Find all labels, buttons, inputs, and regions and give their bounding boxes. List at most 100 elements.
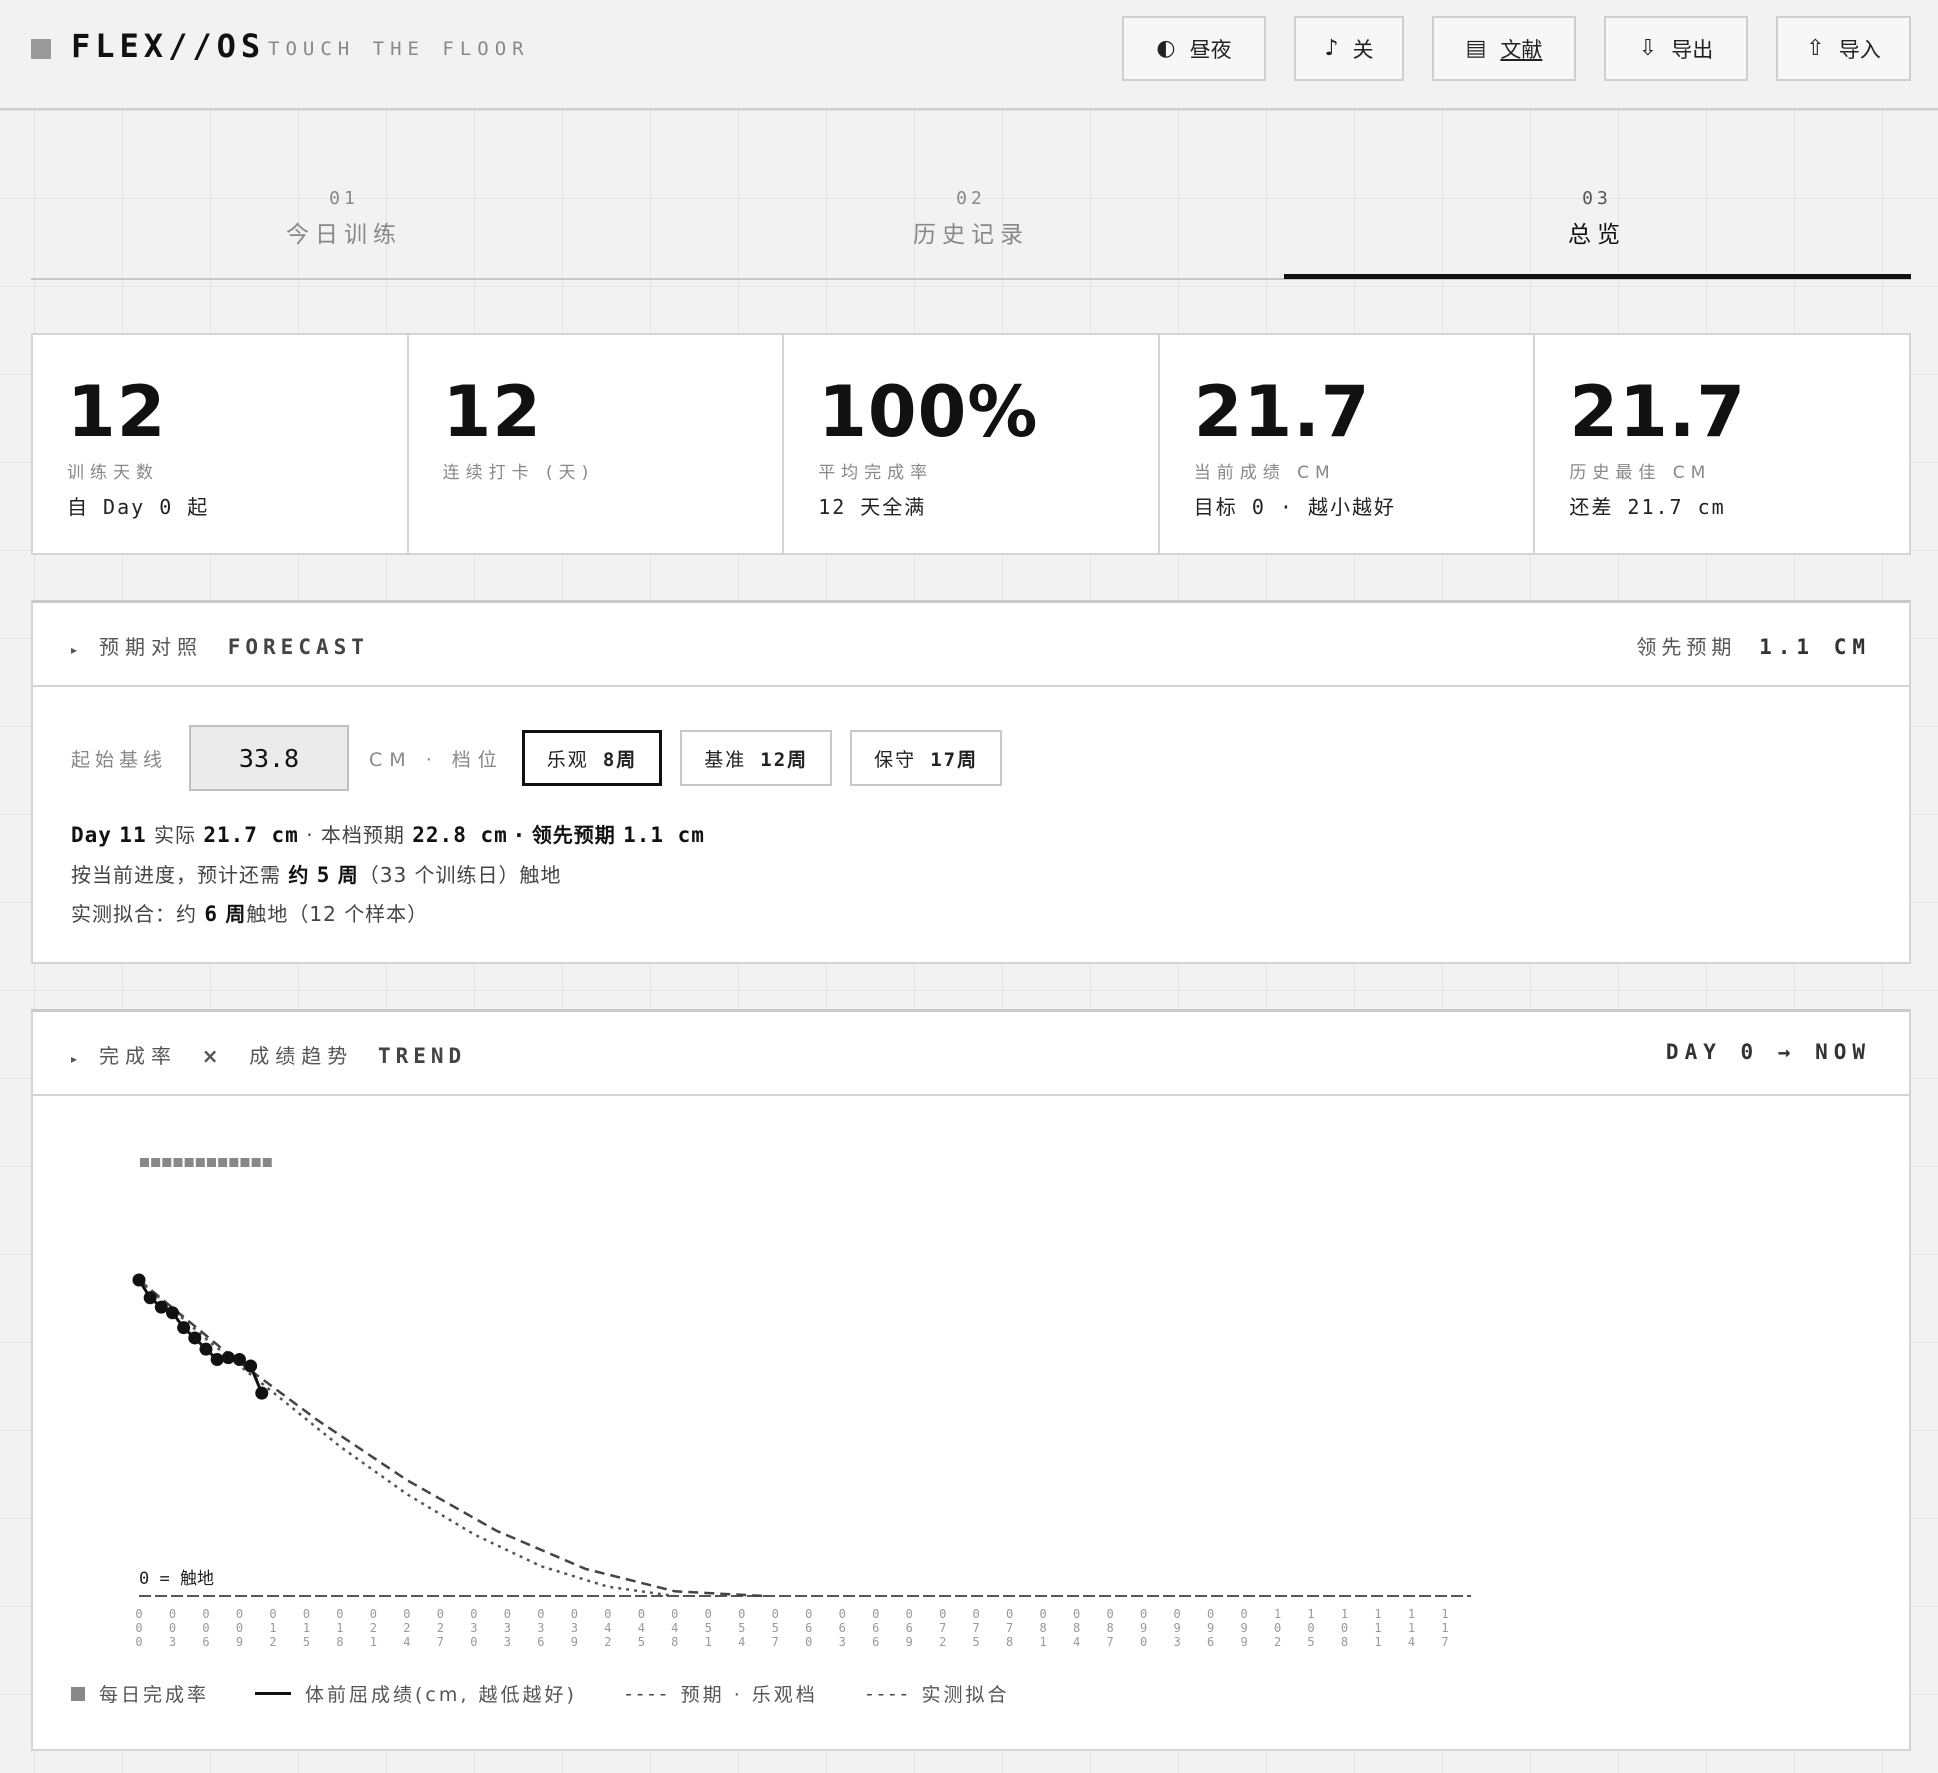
score-point <box>132 1273 146 1287</box>
triangle-right-icon: ▸ <box>71 1052 84 1066</box>
references-button[interactable]: ▤ 文献 <box>1432 16 1576 81</box>
x-tick-label: 030 <box>470 1607 477 1649</box>
completion-rate-mark <box>240 1158 250 1167</box>
x-tick-label: 006 <box>202 1607 209 1649</box>
score-point <box>165 1306 179 1320</box>
import-button[interactable]: ⇧ 导入 <box>1776 16 1911 81</box>
baseline-label: 起始基线 <box>71 748 168 771</box>
forecast-title-en: FORECAST <box>227 635 369 659</box>
x-tick-label: 096 <box>1207 1607 1214 1649</box>
score-point <box>199 1342 213 1356</box>
completion-rate-mark <box>184 1158 194 1167</box>
baseline-input[interactable]: 33.8 <box>189 725 350 791</box>
stat-streak: 12 连续打卡 (天) <box>409 335 785 553</box>
triangle-right-icon: ▸ <box>71 643 84 657</box>
forecast-panel-header: ▸ 预期对照 FORECAST 领先预期 1.1 CM <box>33 603 1909 687</box>
export-button[interactable]: ⇩ 导出 <box>1604 16 1748 81</box>
x-tick-label: 033 <box>504 1607 511 1649</box>
x-tick-label: 069 <box>906 1607 913 1649</box>
forecast-lead-value: 1.1 CM <box>1759 635 1871 659</box>
legend-dotted-icon: ---- <box>863 1682 910 1705</box>
forecast-fit-line: 实测拟合：约 6 周触地（12 个样本） <box>71 902 429 926</box>
score-point <box>210 1352 224 1366</box>
active-tab-indicator <box>1284 274 1911 279</box>
tab-today-training[interactable]: 01 今日训练 <box>31 188 657 249</box>
legend-fit: ---- 实测拟合 <box>863 1682 1010 1707</box>
x-tick-label: 054 <box>738 1607 745 1649</box>
completion-rate-mark <box>140 1158 149 1167</box>
x-tick-label: 063 <box>839 1607 846 1649</box>
x-tick-label: 009 <box>236 1607 243 1649</box>
x-tick-label: 090 <box>1140 1607 1147 1649</box>
x-tick-label: 084 <box>1073 1607 1080 1649</box>
x-tick-label: 072 <box>939 1607 946 1649</box>
forecast-title-cn: 预期对照 <box>99 635 204 659</box>
forecast-eta-line: 按当前进度，预计还需 约 5 周（33 个训练日）触地 <box>71 863 562 887</box>
x-tick-label: 099 <box>1240 1607 1247 1649</box>
baseline-unit-label: CM · 档位 <box>369 748 504 771</box>
tier-conservative-button[interactable]: 保守 17周 <box>850 730 1003 786</box>
legend-score: 体前屈成绩(cm, 越低越好) <box>255 1680 577 1707</box>
score-point <box>188 1331 202 1345</box>
app-header: FLEX//OS TOUCH THE FLOOR ◐ 昼夜 ♪ 关 ▤ 文献 ⇩… <box>0 0 1938 110</box>
completion-rate-mark <box>195 1158 205 1167</box>
legend-expected: ---- 预期 · 乐观档 <box>622 1682 818 1707</box>
stat-training-days: 12 训练天数 自 Day 0 起 <box>33 335 409 553</box>
completion-rate-mark <box>206 1158 216 1167</box>
x-tick-label: 111 <box>1374 1607 1381 1649</box>
half-circle-icon: ◐ <box>1156 36 1176 61</box>
x-tick-label: 021 <box>370 1607 377 1649</box>
fit-series-line <box>138 1279 675 1598</box>
tab-overview[interactable]: 03 总览 <box>1284 188 1910 249</box>
completion-rate-mark <box>162 1158 172 1167</box>
completion-rate-mark <box>151 1158 161 1167</box>
score-point <box>221 1351 235 1365</box>
forecast-controls: 起始基线 33.8 CM · 档位 乐观 8周 基准 12周 保守 17周 <box>71 725 1003 791</box>
x-tick-label: 036 <box>537 1607 544 1649</box>
brand-title: FLEX//OS <box>71 27 266 65</box>
score-point <box>177 1321 191 1335</box>
score-point <box>143 1291 157 1305</box>
x-tick-label: 000 <box>135 1607 142 1649</box>
completion-rate-mark <box>262 1158 272 1167</box>
legend-dash-icon: ---- <box>622 1682 669 1705</box>
completion-rate-mark <box>218 1158 228 1167</box>
x-tick-label: 114 <box>1408 1607 1415 1649</box>
forecast-summary-line: Day 11 实际 21.7 cm · 本档预期 22.8 cm · 领先预期 … <box>71 823 705 847</box>
tier-baseline-button[interactable]: 基准 12周 <box>680 730 833 786</box>
tab-history[interactable]: 02 历史记录 <box>658 188 1284 249</box>
forecast-panel: ▸ 预期对照 FORECAST 领先预期 1.1 CM 起始基线 33.8 CM … <box>31 600 1911 964</box>
upload-arrow-icon: ⇧ <box>1806 36 1825 61</box>
trend-range-label: DAY 0 → NOW <box>1665 1040 1871 1064</box>
x-tick-label: 051 <box>705 1607 712 1649</box>
stats-row: 12 训练天数 自 Day 0 起 12 连续打卡 (天) 100% 平均完成率… <box>31 333 1911 555</box>
x-tick-label: 117 <box>1441 1607 1448 1649</box>
x-tick-label: 027 <box>437 1607 444 1649</box>
theme-toggle-button[interactable]: ◐ 昼夜 <box>1122 16 1266 81</box>
x-tick-label: 024 <box>403 1607 410 1649</box>
completion-rate-mark <box>251 1158 261 1167</box>
x-tick-label: 018 <box>336 1607 343 1649</box>
x-tick-label: 087 <box>1107 1607 1114 1649</box>
score-point <box>244 1359 258 1373</box>
stat-completion-rate: 100% 平均完成率 12 天全满 <box>784 335 1160 553</box>
legend-line-icon <box>255 1692 292 1695</box>
chart-legend: 每日完成率 体前屈成绩(cm, 越低越好) ---- 预期 · 乐观档 ----… <box>71 1680 1056 1707</box>
tier-optimistic-button[interactable]: 乐观 8周 <box>521 730 663 786</box>
x-tick-label: 081 <box>1040 1607 1047 1649</box>
x-tick-label: 075 <box>973 1607 980 1649</box>
sound-toggle-button[interactable]: ♪ 关 <box>1294 16 1404 81</box>
legend-square-icon <box>71 1686 85 1701</box>
download-arrow-icon: ⇩ <box>1638 36 1658 61</box>
x-tick-label: 066 <box>872 1607 879 1649</box>
x-tick-label: 060 <box>805 1607 812 1649</box>
x-tick-label: 045 <box>638 1607 645 1649</box>
x-tick-label: 093 <box>1173 1607 1180 1649</box>
stat-current-score: 21.7 当前成绩 CM 目标 0 · 越小越好 <box>1160 335 1536 553</box>
x-tick-label: 057 <box>772 1607 779 1649</box>
stat-best-score: 21.7 历史最佳 CM 还差 21.7 cm <box>1569 371 1747 519</box>
score-point <box>154 1300 168 1314</box>
legend-completion: 每日完成率 <box>71 1680 209 1707</box>
expected-series-line <box>138 1279 765 1598</box>
x-tick-label: 015 <box>303 1607 310 1649</box>
